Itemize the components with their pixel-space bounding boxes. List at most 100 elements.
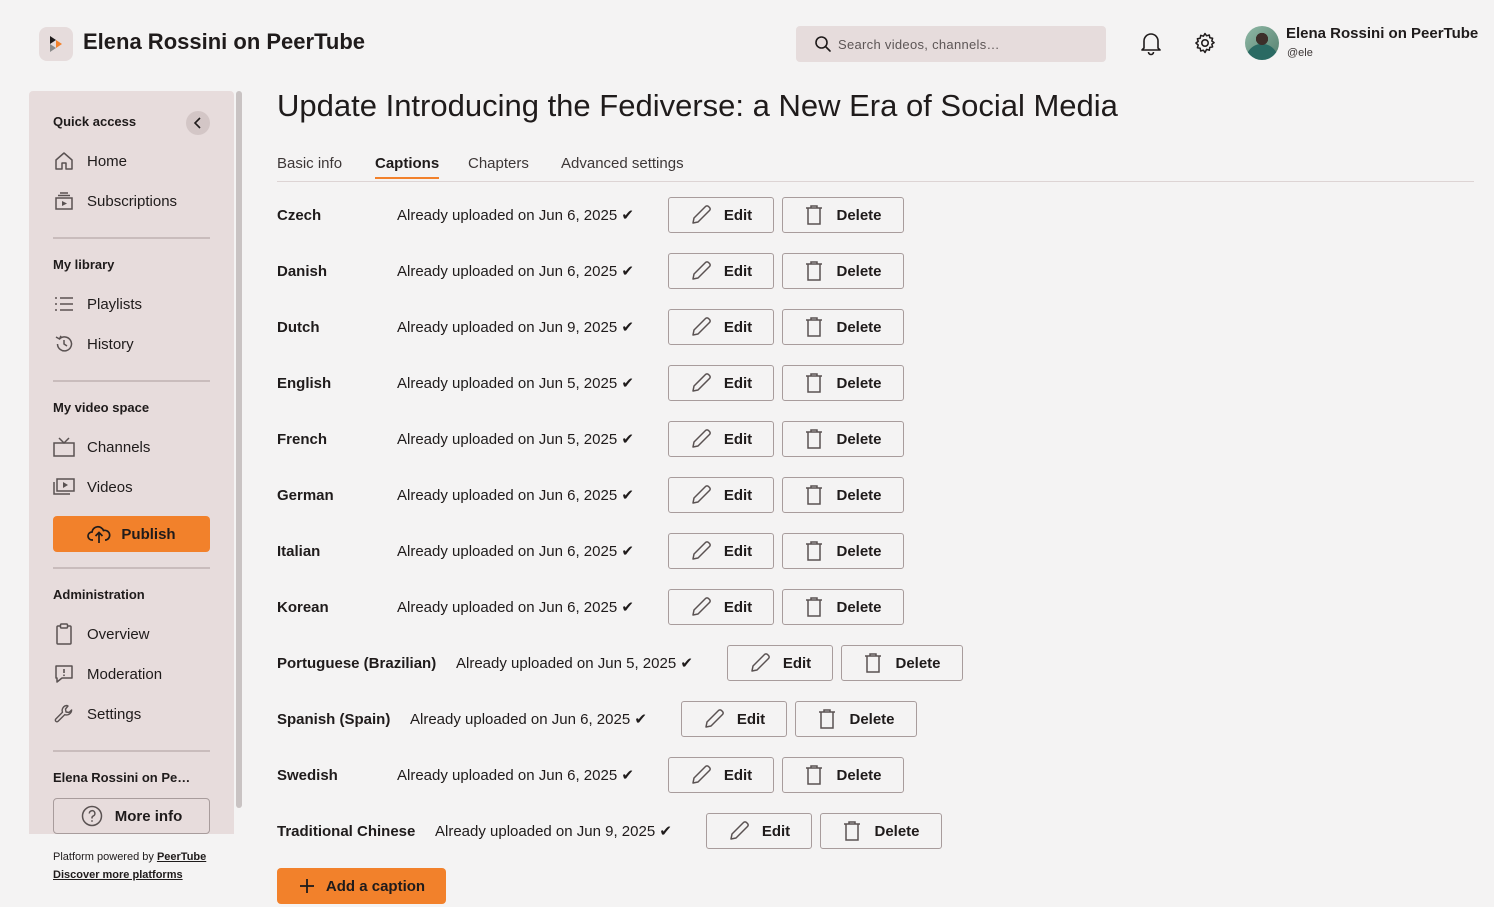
edit-caption-button[interactable]: Edit (668, 421, 774, 457)
sidebar-item-overview[interactable]: Overview (53, 620, 150, 648)
pencil-icon (692, 317, 711, 336)
edit-label: Edit (723, 542, 753, 560)
edit-caption-button[interactable]: Edit (668, 589, 774, 625)
caption-language: Korean (277, 598, 329, 616)
edit-caption-button[interactable]: Edit (668, 197, 774, 233)
sidebar-item-home[interactable]: Home (53, 147, 127, 175)
pencil-icon (692, 373, 711, 392)
delete-label: Delete (836, 598, 882, 616)
trash-icon (844, 821, 861, 841)
user-display-name[interactable]: Elena Rossini on PeerTube (1286, 25, 1478, 42)
collapse-sidebar-button[interactable] (186, 111, 210, 135)
tab-bar: Basic info Captions Chapters Advanced se… (277, 155, 1474, 182)
sidebar-item-moderation[interactable]: Moderation (53, 660, 162, 688)
sidebar-divider (53, 750, 210, 752)
delete-label: Delete (836, 766, 882, 784)
delete-caption-button[interactable]: Delete (782, 253, 904, 289)
delete-label: Delete (836, 206, 882, 224)
tab-advanced-settings[interactable]: Advanced settings (561, 155, 684, 177)
caption-status: Already uploaded on Jun 6, 2025 ✔ (397, 263, 634, 280)
more-info-button[interactable]: More info (53, 798, 210, 834)
caption-status: Already uploaded on Jun 5, 2025 ✔ (397, 431, 634, 448)
caption-status: Already uploaded on Jun 5, 2025 ✔ (456, 655, 693, 672)
videos-icon (53, 476, 75, 498)
edit-label: Edit (723, 262, 753, 280)
edit-caption-button[interactable]: Edit (668, 477, 774, 513)
trash-icon (806, 765, 823, 785)
search-input[interactable] (838, 26, 1093, 62)
sidebar-item-playlists[interactable]: Playlists (53, 290, 142, 318)
add-caption-button[interactable]: Add a caption (277, 868, 446, 904)
caption-status: Already uploaded on Jun 5, 2025 ✔ (397, 375, 634, 392)
trash-icon (806, 541, 823, 561)
edit-label: Edit (723, 486, 753, 504)
delete-caption-button[interactable]: Delete (782, 589, 904, 625)
brand-title[interactable]: Elena Rossini on PeerTube (83, 29, 365, 55)
edit-caption-button[interactable]: Edit (668, 757, 774, 793)
discover-platforms-link[interactable]: Discover more platforms (53, 869, 183, 881)
delete-caption-button[interactable]: Delete (782, 197, 904, 233)
sidebar-item-videos[interactable]: Videos (53, 473, 133, 501)
pencil-icon (730, 821, 749, 840)
peertube-logo-icon[interactable] (39, 27, 73, 61)
delete-caption-button[interactable]: Delete (782, 421, 904, 457)
top-header: Elena Rossini on PeerTube Elena Rossini … (0, 0, 1494, 86)
caption-language: Danish (277, 262, 328, 280)
clipboard-icon (53, 623, 75, 645)
pencil-icon (705, 709, 724, 728)
gear-icon[interactable] (1193, 30, 1217, 56)
playlist-icon (53, 293, 75, 315)
edit-caption-button[interactable]: Edit (681, 701, 787, 737)
history-icon (53, 333, 75, 355)
search-icon (815, 36, 831, 52)
sidebar-item-history[interactable]: History (53, 330, 134, 358)
delete-label: Delete (874, 822, 920, 840)
caption-status: Already uploaded on Jun 6, 2025 ✔ (397, 487, 634, 504)
wrench-icon (53, 703, 75, 725)
notification-bell-icon[interactable] (1139, 30, 1163, 56)
pencil-icon (751, 653, 770, 672)
sidebar-item-label: Overview (87, 625, 150, 643)
avatar[interactable] (1245, 26, 1279, 60)
add-caption-label: Add a caption (325, 877, 426, 895)
sidebar-item-label: History (87, 335, 134, 353)
sidebar-scrollbar[interactable] (236, 91, 242, 808)
sidebar-item-label: Moderation (87, 665, 163, 683)
delete-caption-button[interactable]: Delete (841, 645, 963, 681)
tab-chapters[interactable]: Chapters (468, 155, 529, 177)
publish-button[interactable]: Publish (53, 516, 210, 552)
search-bar[interactable] (796, 26, 1106, 62)
peertube-link[interactable]: PeerTube (157, 851, 206, 863)
sidebar-divider (53, 237, 210, 239)
sidebar-item-label: Playlists (87, 295, 143, 313)
edit-caption-button[interactable]: Edit (668, 533, 774, 569)
delete-label: Delete (836, 542, 882, 560)
sidebar-item-subscriptions[interactable]: Subscriptions (53, 187, 177, 215)
sidebar-item-label: Channels (87, 438, 151, 456)
delete-caption-button[interactable]: Delete (782, 757, 904, 793)
edit-caption-button[interactable]: Edit (668, 365, 774, 401)
delete-caption-button[interactable]: Delete (820, 813, 942, 849)
trash-icon (806, 429, 823, 449)
edit-caption-button[interactable]: Edit (668, 253, 774, 289)
tab-basic-info[interactable]: Basic info (277, 155, 342, 177)
caption-status: Already uploaded on Jun 6, 2025 ✔ (397, 543, 634, 560)
delete-caption-button[interactable]: Delete (782, 477, 904, 513)
chevron-left-icon (193, 117, 201, 129)
pencil-icon (692, 429, 711, 448)
delete-caption-button[interactable]: Delete (795, 701, 917, 737)
delete-caption-button[interactable]: Delete (782, 533, 904, 569)
delete-label: Delete (836, 486, 882, 504)
edit-caption-button[interactable]: Edit (668, 309, 774, 345)
delete-caption-button[interactable]: Delete (782, 309, 904, 345)
edit-caption-button[interactable]: Edit (727, 645, 833, 681)
powered-by-label: Platform powered by (53, 851, 157, 863)
edit-caption-button[interactable]: Edit (706, 813, 812, 849)
delete-caption-button[interactable]: Delete (782, 365, 904, 401)
tab-captions[interactable]: Captions (375, 155, 440, 179)
my-library-heading: My library (53, 257, 115, 272)
moderation-icon (53, 663, 75, 685)
sidebar-item-settings[interactable]: Settings (53, 700, 141, 728)
sidebar-item-channels[interactable]: Channels (53, 433, 150, 461)
publish-label: Publish (121, 525, 176, 543)
